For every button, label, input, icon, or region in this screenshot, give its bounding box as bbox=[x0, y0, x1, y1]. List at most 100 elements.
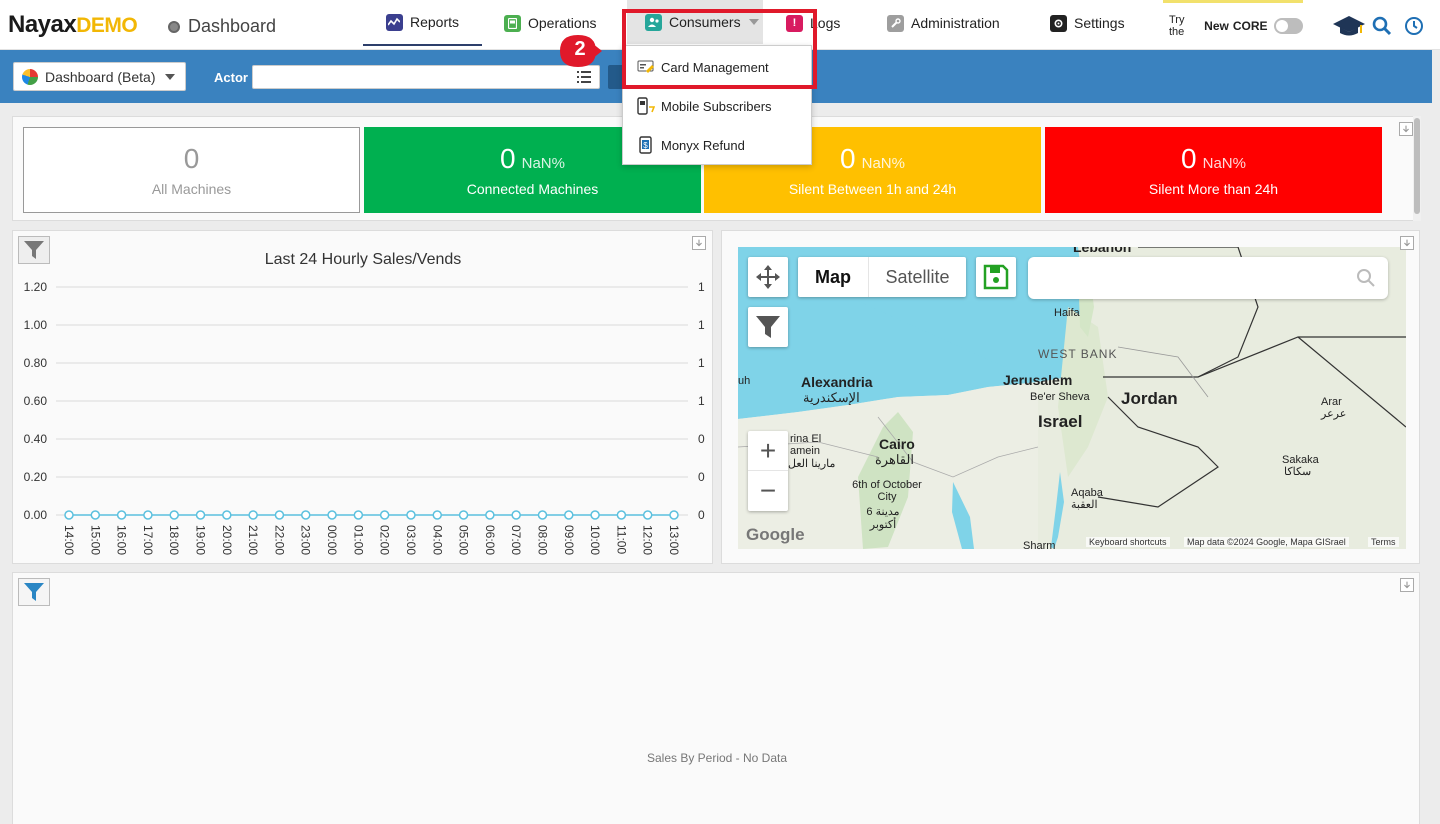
map-type-map[interactable]: Map bbox=[798, 257, 868, 297]
x-tick-label: 15:00 bbox=[88, 525, 102, 555]
nav-settings[interactable]: Settings bbox=[1050, 0, 1125, 46]
kpi-connected-pct: NaN% bbox=[521, 155, 565, 172]
highlight-box bbox=[622, 9, 817, 89]
kpi-silent1-label: Silent Between 1h and 24h bbox=[788, 181, 957, 197]
map-label-aqaba-ar: العقبة bbox=[1071, 499, 1098, 511]
data-point bbox=[195, 510, 206, 520]
list-icon[interactable] bbox=[577, 71, 591, 83]
map-label-jordan: Jordan bbox=[1121, 389, 1178, 408]
logo-demo: DEMO bbox=[76, 14, 138, 37]
data-point bbox=[511, 510, 521, 520]
map-label-lebanon: Lebanon bbox=[1073, 247, 1132, 255]
core-toggle[interactable] bbox=[1273, 17, 1303, 34]
map-filter-button[interactable] bbox=[748, 307, 788, 347]
map-save-button[interactable] bbox=[976, 257, 1016, 297]
download-icon[interactable] bbox=[1400, 578, 1414, 592]
map-type-satellite[interactable]: Satellite bbox=[868, 257, 966, 297]
map-label-sakaka-ar: سكاكا bbox=[1284, 466, 1312, 478]
map-label-october: 6th of October City bbox=[852, 479, 922, 503]
download-icon[interactable] bbox=[1399, 122, 1413, 136]
zoom-in-button[interactable]: + bbox=[748, 431, 788, 471]
y-tick-left: 1.20 bbox=[24, 280, 48, 294]
x-tick-label: 16:00 bbox=[115, 525, 129, 555]
download-icon[interactable] bbox=[1400, 236, 1414, 250]
y-tick-left: 0.20 bbox=[24, 470, 48, 484]
download-icon[interactable] bbox=[692, 236, 706, 250]
data-point bbox=[222, 510, 232, 520]
map-search-box[interactable] bbox=[1028, 257, 1388, 299]
x-tick-label: 14:00 bbox=[62, 525, 76, 555]
y-tick-left: 0.00 bbox=[24, 508, 48, 522]
google-map[interactable]: Lebanon Haifa WEST BANK Alexandria الإسك… bbox=[738, 247, 1406, 549]
data-point bbox=[485, 510, 495, 520]
data-point bbox=[642, 510, 653, 520]
hourly-sales-panel: Last 24 Hourly Sales/Vends 1.20 1 1.00 1 0.8… bbox=[12, 230, 713, 564]
map-label-jerusalem: Jerusalem bbox=[1003, 372, 1073, 388]
x-tick-label: 09:00 bbox=[562, 525, 576, 555]
kpi-connected-value: 0 bbox=[500, 143, 516, 174]
nayax-logo[interactable]: NayaxDEMO bbox=[8, 11, 138, 39]
menu-item-mobile-subscribers[interactable]: Mobile Subscribers bbox=[623, 87, 813, 125]
x-tick-label: 06:00 bbox=[483, 525, 497, 555]
map-type-switch: Map Satellite bbox=[798, 257, 966, 297]
clock-icon[interactable] bbox=[1404, 16, 1424, 36]
nav-reports[interactable]: Reports bbox=[363, 0, 482, 46]
kpi-silent-24[interactable]: 0 NaN% Silent More than 24h bbox=[1045, 127, 1382, 213]
map-keyboard-shortcuts[interactable]: Keyboard shortcuts bbox=[1086, 537, 1170, 547]
kpi-silent1-pct: NaN% bbox=[861, 155, 905, 172]
y-tick-right: 1 bbox=[698, 280, 705, 294]
x-tick-label: 19:00 bbox=[194, 525, 208, 555]
operations-icon bbox=[504, 14, 521, 32]
actor-input[interactable] bbox=[252, 65, 600, 89]
kpi-all-label: All Machines bbox=[151, 181, 232, 197]
y-tick-left: 0.80 bbox=[24, 356, 48, 370]
map-terms[interactable]: Terms bbox=[1368, 537, 1399, 547]
zoom-out-button[interactable]: − bbox=[748, 471, 788, 511]
dashboard-dot-icon bbox=[168, 20, 180, 33]
kpi-scrollbar-thumb[interactable] bbox=[1414, 118, 1420, 214]
filter-icon bbox=[756, 316, 780, 338]
pie-chart-icon bbox=[22, 68, 38, 85]
sales-no-data: Sales By Period - No Data bbox=[646, 751, 788, 765]
search-icon[interactable] bbox=[1372, 16, 1392, 36]
data-point bbox=[64, 510, 74, 520]
data-point bbox=[327, 510, 337, 520]
x-tick-label: 20:00 bbox=[220, 525, 234, 555]
map-label-october-ar: مدينة 6 أكتوبر bbox=[866, 506, 900, 531]
nav-administration[interactable]: Administration bbox=[887, 0, 1000, 46]
sales-filter-button[interactable] bbox=[18, 578, 50, 606]
x-tick-label: 12:00 bbox=[641, 525, 655, 555]
map-label-beer-sheva: Be'er Sheva bbox=[1030, 391, 1090, 403]
data-point bbox=[616, 510, 627, 520]
kpi-silent2-value: 0 bbox=[1181, 143, 1197, 174]
kpi-all-machines[interactable]: 0 All Machines bbox=[23, 127, 360, 213]
data-point bbox=[537, 510, 548, 520]
data-point bbox=[406, 510, 416, 520]
data-point bbox=[432, 510, 443, 520]
map-label-israel: Israel bbox=[1038, 412, 1083, 431]
data-point bbox=[669, 510, 679, 520]
data-point bbox=[300, 510, 311, 520]
x-tick-label: 03:00 bbox=[404, 525, 418, 555]
map-label-sharm: Sharm bbox=[1023, 540, 1056, 549]
y-tick-right: 0 bbox=[698, 508, 705, 522]
refund-icon: $ bbox=[639, 136, 652, 154]
map-data-credit: Map data ©2024 Google, Mapa GISrael bbox=[1184, 537, 1349, 547]
kpi-all-value: 0 bbox=[183, 143, 200, 174]
graduation-hat-icon[interactable] bbox=[1333, 14, 1365, 38]
map-pan-button[interactable] bbox=[748, 257, 788, 297]
try-core: CORE bbox=[1232, 18, 1268, 33]
map-label-cairo: Cairo bbox=[879, 436, 915, 452]
data-point bbox=[564, 510, 574, 520]
map-label-arar-ar: عرعر bbox=[1321, 408, 1347, 420]
x-tick-label: 04:00 bbox=[430, 525, 444, 555]
x-tick-label: 05:00 bbox=[457, 525, 471, 555]
google-logo: Google bbox=[746, 525, 805, 544]
y-tick-right: 0 bbox=[698, 432, 705, 446]
x-tick-label: 08:00 bbox=[535, 525, 549, 555]
filter-icon bbox=[24, 583, 44, 601]
menu-item-monyx-refund[interactable]: $ Monyx Refund bbox=[623, 126, 813, 164]
kpi-silent1-value: 0 bbox=[840, 143, 856, 174]
dashboard-select[interactable]: Dashboard (Beta) bbox=[13, 62, 186, 91]
menu-item-monyx-refund-label: Monyx Refund bbox=[661, 137, 745, 153]
